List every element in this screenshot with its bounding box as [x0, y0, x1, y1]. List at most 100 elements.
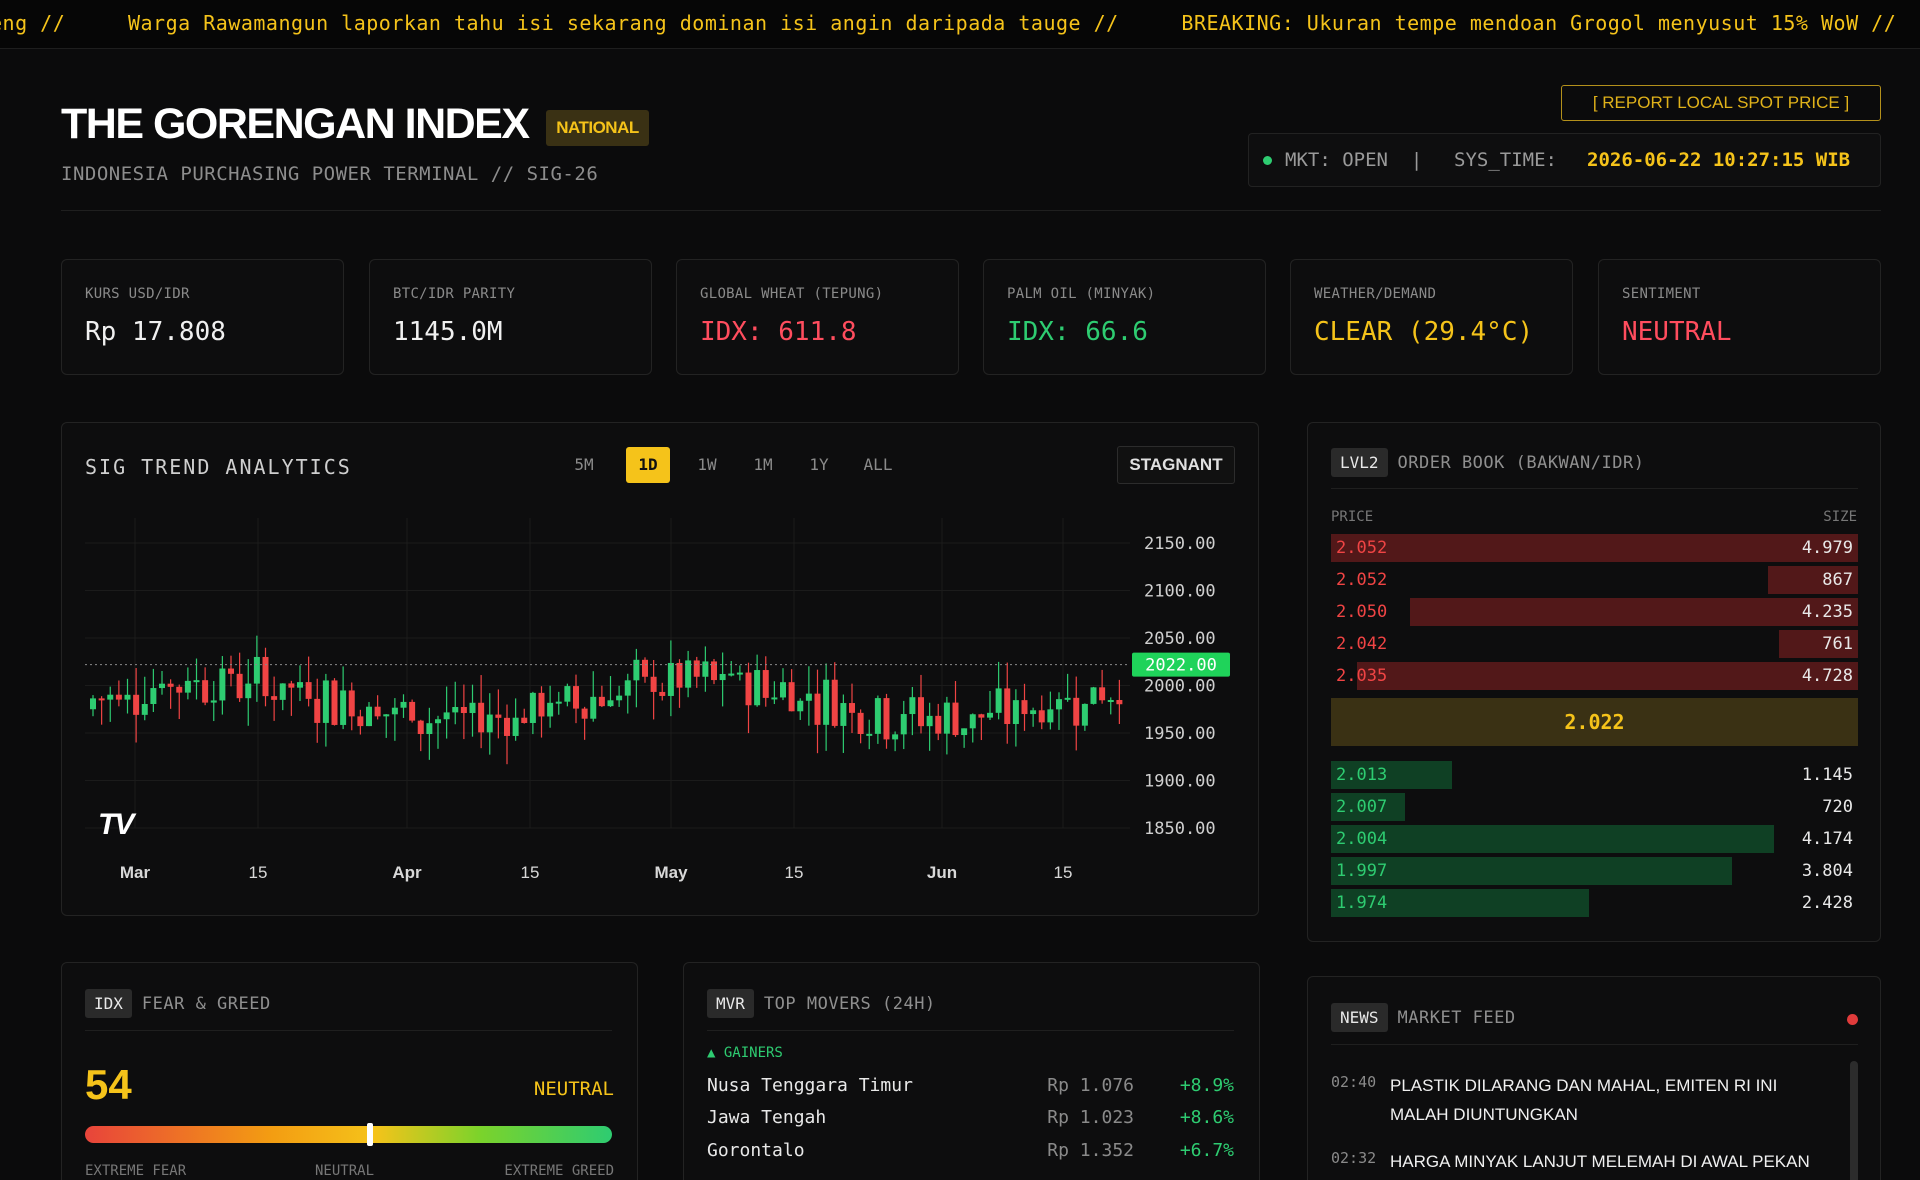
candle-body [460, 706, 467, 714]
candle-body [141, 704, 148, 715]
ask-row[interactable]: 2.050 4.235 [1331, 598, 1858, 626]
ask-size: 4.235 [1801, 602, 1853, 622]
candle-body [133, 694, 140, 715]
bid-row[interactable]: 2.007 720 [1331, 793, 1858, 821]
candle-body [805, 693, 812, 701]
candle-body [512, 717, 519, 736]
ask-row[interactable]: 2.052 4.979 [1331, 534, 1858, 562]
candle-body [624, 680, 631, 696]
news-ticker: eng // Warga Rawamangun laporkan tahu is… [0, 0, 1920, 49]
mover-name: Gorontalo [707, 1140, 805, 1161]
lvl2-tag: LVL2 [1331, 448, 1388, 477]
candle-body [1073, 697, 1080, 726]
bid-size: 3.804 [1801, 861, 1853, 881]
ask-depth-bar [1331, 534, 1858, 562]
y-tick-label: 1950.00 [1144, 724, 1216, 744]
bid-row[interactable]: 1.997 3.804 [1331, 857, 1858, 885]
bid-row[interactable]: 2.004 4.174 [1331, 825, 1858, 853]
candle-body [90, 698, 96, 710]
mover-change: +8.6% [1179, 1107, 1234, 1128]
bid-row[interactable]: 1.974 2.428 [1331, 889, 1858, 917]
bid-depth-bar [1331, 825, 1774, 853]
ask-size: 4.979 [1801, 538, 1853, 558]
y-tick-label: 2050.00 [1144, 629, 1216, 649]
report-spot-price-button[interactable]: [ REPORT LOCAL SPOT PRICE ] [1561, 85, 1881, 121]
candle-body [297, 682, 303, 688]
bid-row[interactable]: 2.013 1.145 [1331, 761, 1858, 789]
divider [1331, 488, 1858, 489]
bid-depth-bar [1331, 857, 1732, 885]
candle-body [417, 720, 424, 735]
stat-card-btc: BTC/IDR PARITY 1145.0M [369, 259, 652, 375]
ask-price: 2.042 [1336, 634, 1388, 654]
candle-body [943, 702, 950, 734]
candle-body [340, 690, 347, 725]
fear-greed-marker [367, 1123, 373, 1146]
candle-body [374, 706, 381, 717]
news-time: 02:32 [1331, 1149, 1377, 1167]
mover-price: Rp 1.076 [1047, 1075, 1134, 1096]
candle-body [978, 714, 985, 718]
candle-body [788, 682, 795, 712]
candle-body [1090, 687, 1097, 704]
market-status-bar: MKT: OPEN | SYS_TIME: 2026-06-22 10:27:1… [1248, 133, 1881, 187]
candle-body [797, 700, 804, 712]
stat-value: Rp 17.808 [85, 317, 226, 347]
candle-body [995, 688, 1002, 713]
x-tick-label: 15 [249, 863, 268, 882]
candle-body [124, 694, 131, 700]
candle-body [573, 686, 579, 709]
last-price-label: 2022.00 [1145, 656, 1217, 676]
fear-greed-label: NEUTRAL [533, 1078, 614, 1100]
candle-body [650, 676, 657, 692]
candle-body [633, 659, 640, 681]
ask-depth-bar [1410, 598, 1858, 626]
divider [707, 1030, 1234, 1031]
candle-body [383, 714, 390, 717]
candle-body [667, 662, 674, 696]
bid-size: 1.145 [1801, 765, 1853, 785]
header-divider [61, 210, 1881, 211]
ask-row[interactable]: 2.042 761 [1331, 630, 1858, 658]
candle-body [150, 688, 157, 705]
scale-neutral: NEUTRAL [315, 1163, 375, 1179]
news-tag: NEWS [1331, 1003, 1388, 1032]
mover-price: Rp 1.352 [1047, 1140, 1134, 1161]
stat-card-weather: WEATHER/DEMAND CLEAR (29.4°C) [1290, 259, 1573, 375]
candle-body [193, 680, 200, 683]
candle-body [935, 715, 942, 734]
ask-price: 2.050 [1336, 602, 1388, 622]
order-book-header: LVL2 ORDER BOOK (BAKWAN/IDR) [1331, 448, 1644, 477]
candle-body [288, 683, 295, 688]
ask-price: 2.052 [1336, 570, 1388, 590]
candle-body [900, 714, 907, 735]
candle-body [616, 695, 623, 701]
candle-body [849, 703, 855, 713]
candle-body [728, 673, 735, 676]
candle-body [348, 690, 355, 717]
candle-body [590, 696, 597, 719]
news-scrollbar[interactable] [1850, 1061, 1858, 1180]
market-open-dot-icon [1263, 156, 1272, 165]
ask-row[interactable]: 2.035 4.728 [1331, 662, 1858, 690]
stat-card-wheat: GLOBAL WHEAT (TEPUNG) IDX: 611.8 [676, 259, 959, 375]
stat-label: GLOBAL WHEAT (TEPUNG) [700, 286, 884, 302]
candle-body [555, 701, 562, 704]
idx-tag: IDX [85, 989, 132, 1018]
divider [85, 1030, 612, 1031]
candle-body [926, 715, 933, 727]
ask-row[interactable]: 2.052 867 [1331, 566, 1858, 594]
candle-body [1012, 700, 1019, 725]
candle-body [521, 717, 528, 723]
candle-body [443, 712, 450, 720]
candlestick-chart[interactable]: 2150.00 2100.00 2050.00 2000.00 1950.00 1900.… [62, 423, 1260, 917]
candle-body [1030, 710, 1037, 715]
candle-body [314, 698, 321, 723]
candle-body [1099, 687, 1106, 701]
candle-body [184, 680, 191, 693]
y-tick-label: 1850.00 [1144, 819, 1216, 839]
bid-price: 2.004 [1336, 829, 1388, 849]
candle-body [1021, 700, 1028, 715]
candle-body [969, 714, 976, 729]
candle-body [486, 714, 493, 733]
